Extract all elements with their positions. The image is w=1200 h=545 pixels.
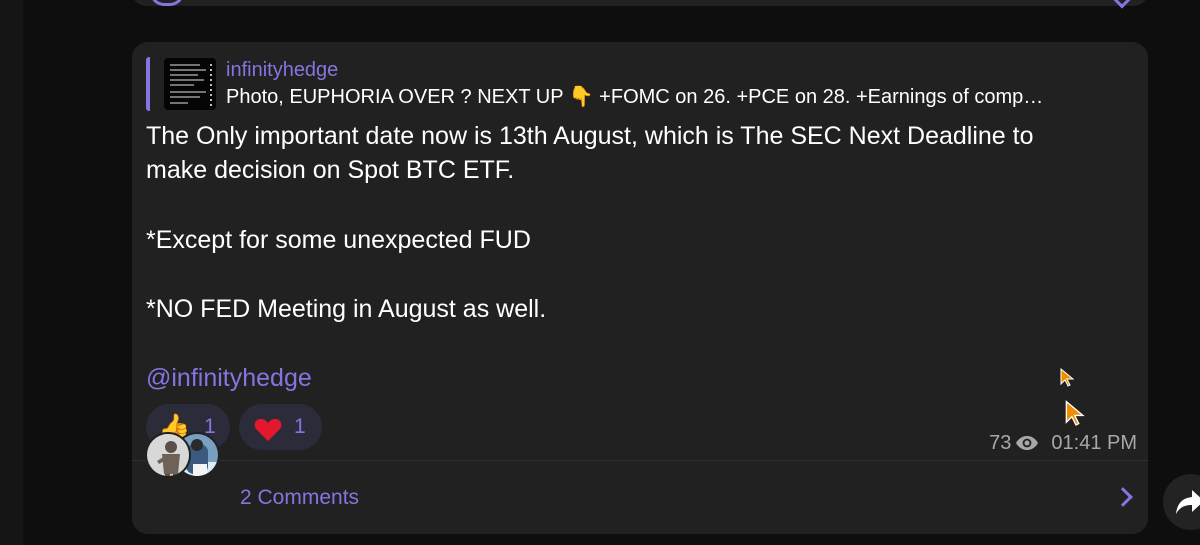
previous-message-card[interactable] (132, 0, 1148, 6)
message-time: 01:41 PM (1051, 431, 1137, 454)
message-text-line: *NO FED Meeting in August as well. (146, 295, 547, 323)
reply-preview-text: Photo, EUPHORIA OVER ? NEXT UP 👇 +FOMC o… (226, 86, 1044, 108)
view-count: 73 (989, 431, 1012, 454)
chat-left-gutter (0, 0, 23, 545)
divider (132, 460, 1148, 461)
reaction-count: 1 (294, 415, 306, 438)
message-text-line: The Only important date now is 13th Augu… (146, 122, 1034, 150)
reply-quote[interactable]: infinityhedge Photo, EUPHORIA OVER ? NEX… (146, 57, 1131, 111)
channel-mention-link[interactable]: @infinityhedge (146, 361, 312, 395)
forward-button[interactable] (1163, 474, 1200, 530)
heart-icon (254, 418, 282, 441)
eye-icon (1016, 436, 1039, 450)
mouse-cursor-icon (1065, 400, 1085, 426)
message-card: infinityhedge Photo, EUPHORIA OVER ? NEX… (132, 42, 1148, 534)
share-arrow-icon (1176, 490, 1200, 514)
reply-author[interactable]: infinityhedge (226, 58, 338, 82)
avatar (145, 432, 191, 478)
comments-link[interactable]: 2 Comments (240, 486, 359, 510)
message-meta: 73 01:41 PM (989, 431, 1137, 455)
mouse-cursor-icon (1060, 368, 1075, 387)
message-text-line: make decision on Spot BTC ETF. (146, 156, 515, 184)
message-text-line: *Except for some unexpected FUD (146, 226, 531, 254)
reply-thumbnail (164, 58, 216, 110)
reaction-heart[interactable]: 1 (239, 404, 322, 450)
